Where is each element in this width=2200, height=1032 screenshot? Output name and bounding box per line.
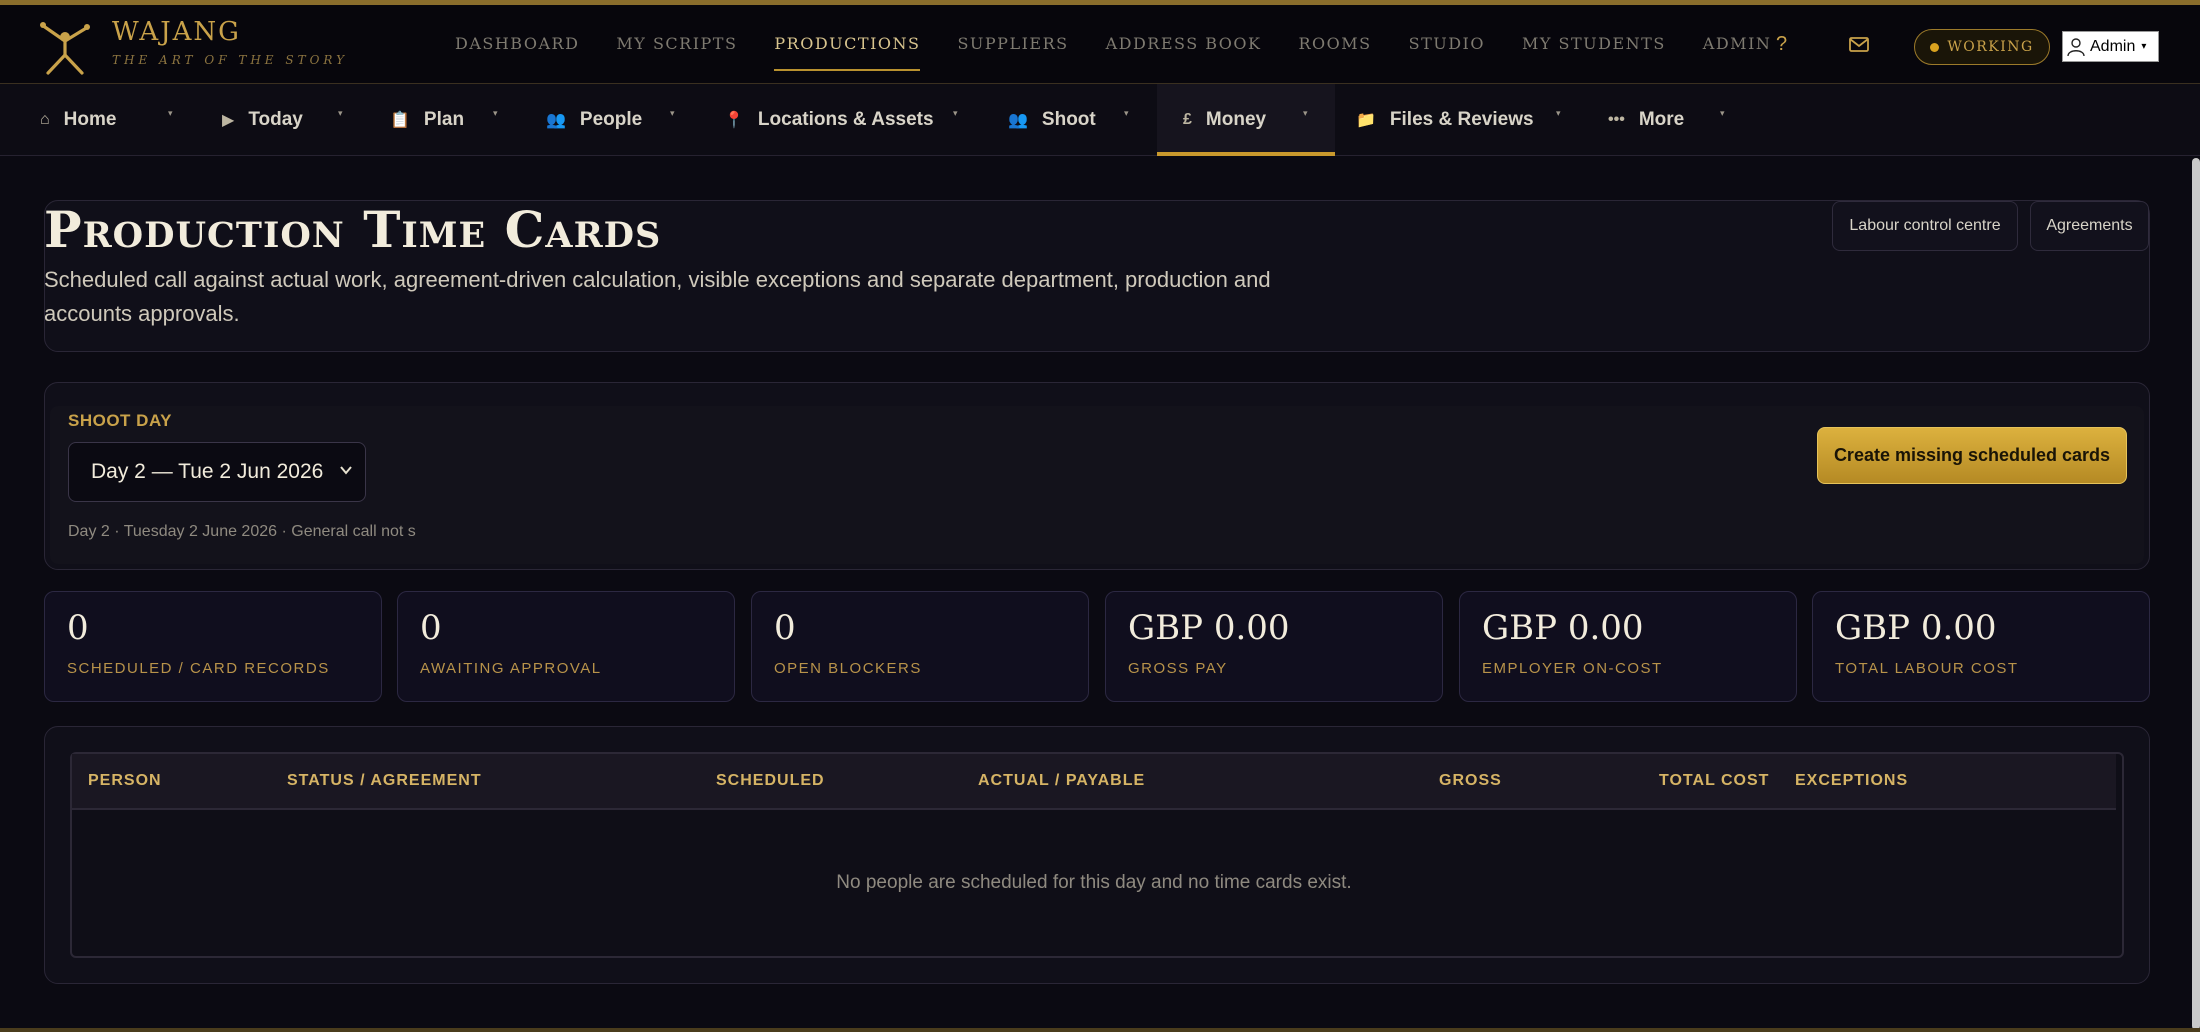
stat-label: OPEN BLOCKERS <box>774 660 922 677</box>
subnav-label: Money <box>1205 109 1267 130</box>
subnav-home[interactable]: ⌂ Home ▾ <box>40 84 190 156</box>
stat-value: 0 <box>774 608 796 648</box>
working-label: WORKING <box>1947 39 2034 55</box>
pound-icon: £ <box>1183 111 1192 128</box>
stat-label: AWAITING APPROVAL <box>420 660 602 677</box>
shoot-day-summary: Day 2 · Tuesday 2 June 2026 · General ca… <box>68 523 416 540</box>
subnav-more[interactable]: ••• More ▾ <box>1608 84 1738 156</box>
subnav-money[interactable]: £ Money ▾ <box>1157 84 1335 156</box>
home-icon: ⌂ <box>40 111 50 128</box>
topnav-studio[interactable]: STUDIO <box>1409 5 1485 83</box>
brand-tagline: THE ART OF THE STORY <box>112 53 349 67</box>
user-icon <box>2067 37 2085 56</box>
chevron-down-icon <box>340 466 352 475</box>
working-status-button[interactable]: WORKING <box>1914 29 2050 65</box>
stat-card-open-blockers: 0 OPEN BLOCKERS <box>751 591 1089 702</box>
shoot-day-selected-value: Day 2 — Tue 2 Jun 2026 <box>91 460 324 483</box>
crew-icon: 👥 <box>1008 112 1028 129</box>
chevron-down-icon: ▾ <box>1556 108 1561 118</box>
chevron-down-icon: ▾ <box>168 108 173 118</box>
subnav-locations-assets[interactable]: 📍 Locations & Assets ▾ <box>724 84 964 156</box>
subnav-label: Today <box>248 109 303 130</box>
wajang-logo-icon[interactable] <box>34 15 96 77</box>
topnav-address-book[interactable]: ADDRESS BOOK <box>1106 5 1262 83</box>
stat-card-awaiting-approval: 0 AWAITING APPROVAL <box>397 591 735 702</box>
top-bar: WAJANG THE ART OF THE STORY DASHBOARD MY… <box>0 0 2200 84</box>
admin-menu-button[interactable]: Admin ▾ <box>2062 31 2159 62</box>
stat-value: GBP 0.00 <box>1835 608 1997 648</box>
stat-card-employer-on-cost: GBP 0.00 EMPLOYER ON-COST <box>1459 591 1797 702</box>
chevron-down-icon: ▾ <box>953 108 958 118</box>
subnav-shoot[interactable]: 👥 Shoot ▾ <box>1008 84 1140 156</box>
chevron-down-icon: ▾ <box>1720 108 1725 118</box>
chevron-down-icon: ▾ <box>670 108 675 118</box>
create-missing-cards-button[interactable]: Create missing scheduled cards <box>1817 427 2127 484</box>
folder-icon: 📁 <box>1356 112 1376 129</box>
subnav-today[interactable]: ▶ Today ▾ <box>222 84 372 156</box>
chevron-down-icon: ▾ <box>1303 108 1308 118</box>
column-header-status-agreement[interactable]: STATUS / AGREEMENT <box>287 772 482 790</box>
subnav-label: Shoot <box>1041 109 1096 130</box>
stat-value: GBP 0.00 <box>1482 608 1644 648</box>
shoot-day-select[interactable]: Day 2 — Tue 2 Jun 2026 <box>68 442 366 502</box>
topnav-rooms[interactable]: ROOMS <box>1298 5 1371 83</box>
subnav-label: Plan <box>423 109 465 130</box>
column-header-exceptions[interactable]: EXCEPTIONS <box>1795 772 1908 790</box>
stat-value: 0 <box>67 608 89 648</box>
chevron-down-icon: ▾ <box>1124 108 1129 118</box>
subnav-label: People <box>579 109 643 130</box>
topnav-admin[interactable]: ADMIN <box>1703 5 1772 83</box>
column-header-actual-payable[interactable]: ACTUAL / PAYABLE <box>978 772 1145 790</box>
topnav-dashboard[interactable]: DASHBOARD <box>455 5 579 83</box>
more-icon: ••• <box>1608 111 1625 128</box>
column-header-person[interactable]: PERSON <box>88 772 162 790</box>
brand-name: WAJANG <box>112 17 241 47</box>
stat-label: GROSS PAY <box>1128 660 1228 677</box>
stat-card-gross-pay: GBP 0.00 GROSS PAY <box>1105 591 1443 702</box>
subnav-plan[interactable]: 📋 Plan ▾ <box>390 84 510 156</box>
page-scrollbar-thumb[interactable] <box>2192 158 2200 1030</box>
stat-value: 0 <box>420 608 442 648</box>
stat-label: EMPLOYER ON-COST <box>1482 660 1663 677</box>
shoot-day-label: SHOOT DAY <box>68 411 173 430</box>
stat-label: TOTAL LABOUR COST <box>1835 660 2019 677</box>
stat-value: GBP 0.00 <box>1128 608 1290 648</box>
subnav-people[interactable]: 👥 People ▾ <box>546 84 686 156</box>
topnav-productions[interactable]: PRODUCTIONS <box>774 5 921 83</box>
stat-card-scheduled: 0 SCHEDULED / CARD RECORDS <box>44 591 382 702</box>
subnav-files-reviews[interactable]: 📁 Files & Reviews ▾ <box>1356 84 1566 156</box>
chevron-down-icon: ▾ <box>2141 41 2147 52</box>
admin-label: Admin <box>2090 37 2136 55</box>
mail-icon[interactable] <box>1849 37 1869 52</box>
topnav-my-scripts[interactable]: MY SCRIPTS <box>616 5 737 83</box>
pin-icon: 📍 <box>724 112 744 129</box>
play-icon: ▶ <box>222 112 235 129</box>
subnav-label: Files & Reviews <box>1389 109 1534 130</box>
agreements-button[interactable]: Agreements <box>2030 201 2149 251</box>
chevron-down-icon: ▾ <box>338 108 343 118</box>
footer-divider <box>0 1028 2200 1032</box>
status-dot-icon <box>1930 42 1940 52</box>
labour-control-centre-button[interactable]: Labour control centre <box>1832 201 2018 251</box>
page-description: Scheduled call against actual work, agre… <box>44 267 1271 326</box>
chevron-down-icon: ▾ <box>493 108 498 118</box>
subnav-label: Home <box>63 109 117 130</box>
page-title: Production Time Cards <box>44 200 662 259</box>
topnav-my-students[interactable]: MY STUDENTS <box>1522 5 1666 83</box>
subnav-label: More <box>1638 109 1685 130</box>
column-header-scheduled[interactable]: SCHEDULED <box>716 772 825 790</box>
stat-label: SCHEDULED / CARD RECORDS <box>67 660 330 677</box>
table-empty-message: No people are scheduled for this day and… <box>836 872 1352 893</box>
help-icon[interactable]: ? <box>1776 33 1787 56</box>
topnav-suppliers[interactable]: SUPPLIERS <box>957 5 1068 83</box>
stat-card-total-labour-cost: GBP 0.00 TOTAL LABOUR COST <box>1812 591 2150 702</box>
clipboard-icon: 📋 <box>390 112 410 129</box>
production-subnav: ⌂ Home ▾ ▶ Today ▾ 📋 Plan ▾ 👥 People ▾ 📍… <box>0 84 2200 156</box>
column-header-total-cost[interactable]: TOTAL COST <box>1659 772 1769 790</box>
main-nav: DASHBOARD MY SCRIPTS PRODUCTIONS SUPPLIE… <box>455 5 1808 83</box>
subnav-label: Locations & Assets <box>757 109 934 130</box>
column-header-gross[interactable]: GROSS <box>1439 772 1502 790</box>
people-icon: 👥 <box>546 112 566 129</box>
